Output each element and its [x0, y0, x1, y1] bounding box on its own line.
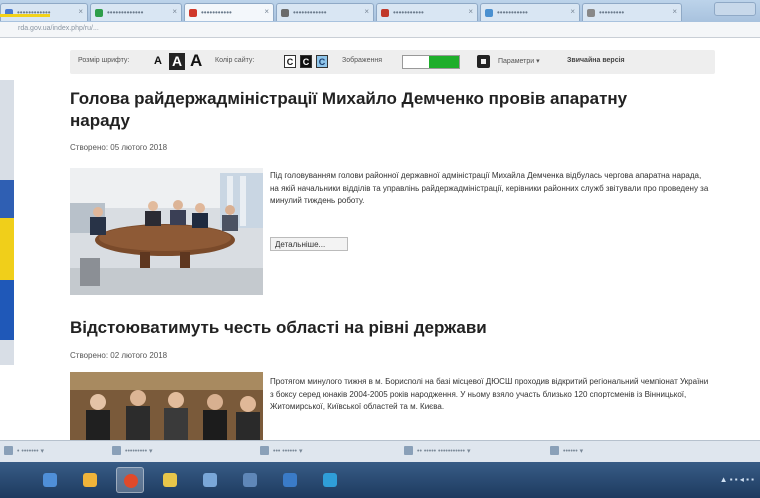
- color-white-button[interactable]: C: [284, 55, 296, 68]
- settings-dropdown[interactable]: Параметри ▾: [498, 57, 540, 65]
- browser-tab[interactable]: •••••••••••• ×: [0, 3, 88, 21]
- file-icon: [260, 446, 269, 455]
- os-taskbar: ▲ ▪ ▪ ◂ ▪ ▪: [0, 462, 760, 498]
- favicon-icon: [587, 9, 595, 17]
- article-title[interactable]: Відстоюватимуть честь області на рівні д…: [70, 317, 487, 339]
- close-icon[interactable]: ×: [672, 7, 677, 16]
- browser-tab[interactable]: ••••••••••••• ×: [90, 3, 182, 21]
- close-icon[interactable]: ×: [264, 7, 269, 16]
- download-item[interactable]: ••••••••• ▾: [112, 446, 153, 458]
- file-icon: [4, 446, 13, 455]
- color-black-button[interactable]: C: [300, 55, 312, 68]
- article-excerpt: Під головуванням голови районної державн…: [270, 171, 709, 205]
- font-small-button[interactable]: A: [154, 55, 162, 67]
- browser-icon: [124, 474, 138, 488]
- browser-tab[interactable]: ••••••••• ×: [582, 3, 682, 21]
- file-icon: [404, 446, 413, 455]
- taskbar-app[interactable]: [76, 467, 104, 493]
- close-icon[interactable]: ×: [468, 7, 473, 16]
- article-excerpt: Протягом минулого тижня в м. Борисполі н…: [270, 377, 709, 411]
- article-title[interactable]: Голова райдержадміністрації Михайло Демч…: [70, 88, 627, 132]
- read-more-button[interactable]: Детальніше...: [270, 237, 348, 251]
- app-icon: [283, 473, 297, 487]
- background-window-strip: [0, 80, 14, 365]
- browser-tab[interactable]: •••••••••••• ×: [276, 3, 374, 21]
- address-bar[interactable]: rda.gov.ua/index.php/ru/...: [0, 22, 760, 38]
- close-icon[interactable]: ×: [570, 7, 575, 16]
- download-item[interactable]: •• ••••• ••••••••••• ▾: [404, 446, 470, 458]
- favicon-icon: [189, 9, 197, 17]
- taskbar-app[interactable]: [156, 467, 184, 493]
- article-image[interactable]: [70, 372, 263, 440]
- accessibility-toolbar: Розмір шрифту: A A A Колір сайту: C C C …: [70, 50, 715, 74]
- close-icon[interactable]: ×: [364, 7, 369, 16]
- font-medium-button[interactable]: A: [169, 53, 185, 70]
- browser-tabstrip: •••••••••••• × ••••••••••••• × •••••••••••…: [0, 0, 760, 22]
- favicon-icon: [485, 9, 493, 17]
- file-icon: [112, 446, 121, 455]
- favicon-icon: [281, 9, 289, 17]
- taskbar-app[interactable]: [236, 467, 264, 493]
- app-icon: [243, 473, 257, 487]
- window-controls[interactable]: [714, 2, 756, 16]
- close-icon[interactable]: ×: [78, 7, 83, 16]
- download-item[interactable]: • ••••••• ▾: [4, 446, 44, 458]
- taskbar-app[interactable]: [196, 467, 224, 493]
- taskbar-app[interactable]: [276, 467, 304, 493]
- browser-tab-active[interactable]: ••••••••••• ×: [184, 3, 274, 21]
- browser-tab[interactable]: ••••••••••• ×: [376, 3, 478, 21]
- app-icon: [203, 473, 217, 487]
- close-icon[interactable]: ×: [172, 7, 177, 16]
- article-created-date: Створено: 02 лютого 2018: [70, 351, 168, 360]
- accent-line: [0, 14, 50, 17]
- favicon-icon: [381, 9, 389, 17]
- download-item[interactable]: •••••• ▾: [550, 446, 583, 458]
- download-item[interactable]: ••• •••••• ▾: [260, 446, 302, 458]
- taskbar-app[interactable]: [316, 467, 344, 493]
- app-icon: [323, 473, 337, 487]
- taskbar-app[interactable]: [36, 467, 64, 493]
- file-icon: [550, 446, 559, 455]
- images-label: Зображення: [342, 57, 383, 64]
- site-color-label: Колір сайту:: [215, 57, 255, 64]
- browser-tab[interactable]: ••••••••••• ×: [480, 3, 580, 21]
- taskbar-app-active[interactable]: [116, 467, 144, 493]
- app-icon: [83, 473, 97, 487]
- font-size-label: Розмір шрифту:: [78, 57, 130, 64]
- favicon-icon: [95, 9, 103, 17]
- color-blue-button[interactable]: C: [316, 55, 328, 68]
- url-text[interactable]: rda.gov.ua/index.php/ru/...: [18, 25, 99, 32]
- folder-icon: [163, 473, 177, 487]
- app-icon: [43, 473, 57, 487]
- article-created-date: Створено: 05 лютого 2018: [70, 143, 168, 152]
- images-toggle[interactable]: [402, 55, 460, 69]
- downloads-bar: • ••••••• ▾ ••••••••• ▾ ••• •••••• ▾ •• …: [0, 440, 760, 462]
- settings-icon[interactable]: [477, 55, 490, 68]
- standard-version-link[interactable]: Звичайна версія: [567, 57, 625, 64]
- font-large-button[interactable]: A: [190, 51, 202, 71]
- system-tray[interactable]: ▲ ▪ ▪ ◂ ▪ ▪: [720, 475, 754, 484]
- article-image[interactable]: [70, 168, 263, 295]
- screen: •••••••••••• × ••••••••••••• × •••••••••••…: [0, 0, 760, 498]
